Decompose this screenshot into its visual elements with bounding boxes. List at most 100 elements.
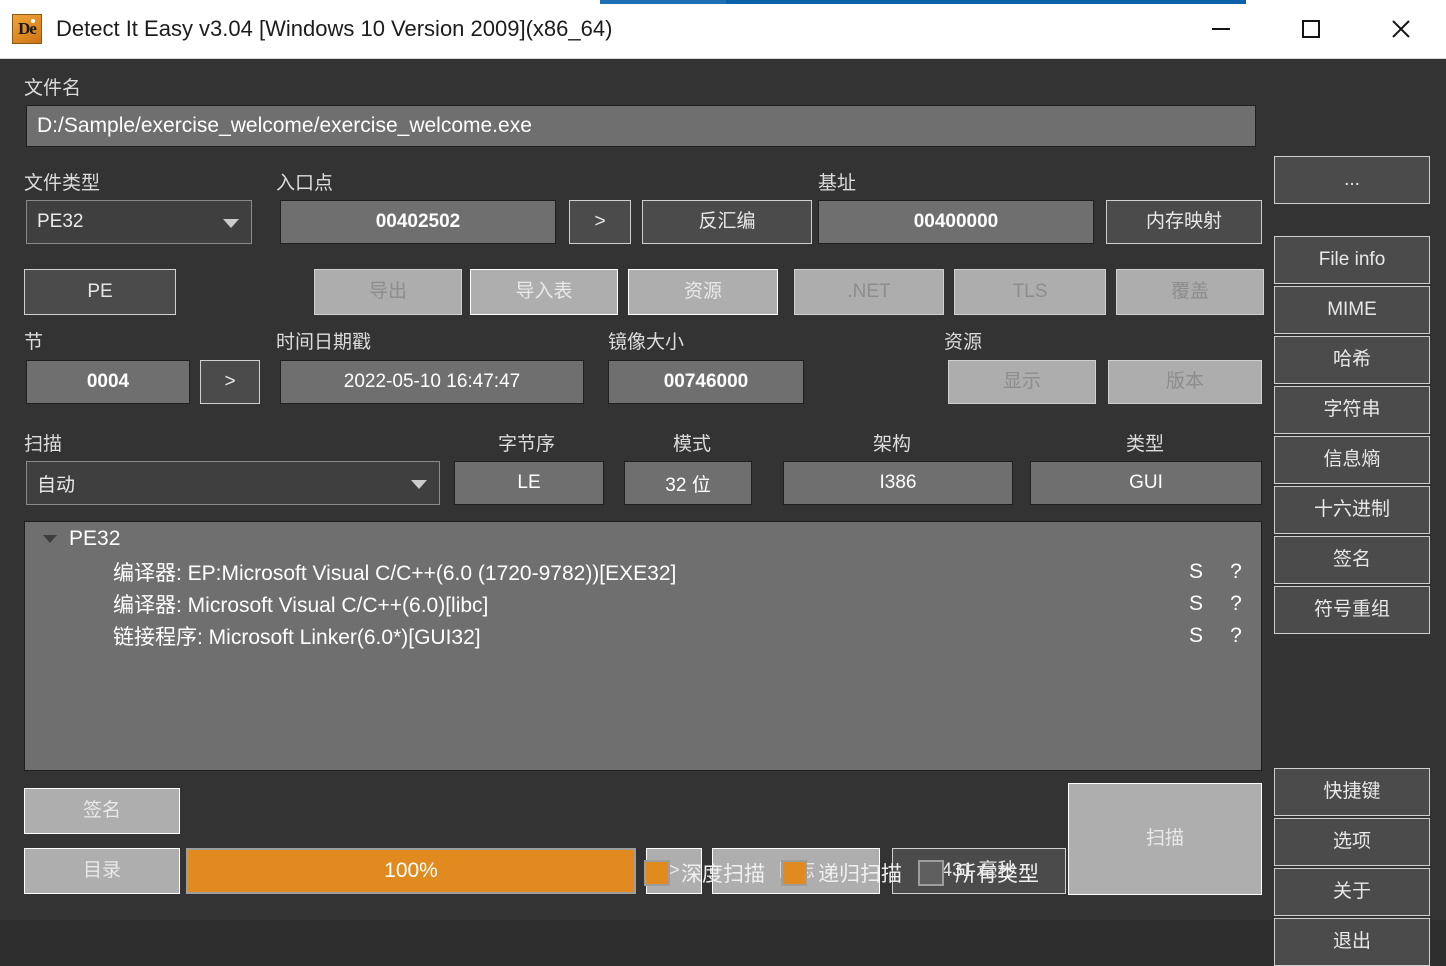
filetype-label: 文件类型 xyxy=(24,173,101,194)
checkbox-label: 深度扫描 xyxy=(681,863,765,886)
timestamp-label: 时间日期戳 xyxy=(276,332,372,353)
filetype-select[interactable]: PE32 xyxy=(26,200,252,244)
result-text: 编译器: Microsoft Visual C/C++(6.0)[libc] xyxy=(113,594,489,617)
signature-mark[interactable]: S xyxy=(1189,624,1203,648)
results-root-label: PE32 xyxy=(69,527,121,550)
imagesize-label: 镜像大小 xyxy=(608,332,685,353)
directory-button[interactable]: 目录 xyxy=(24,848,180,894)
chevron-down-icon xyxy=(223,219,239,228)
entrypoint-next-button[interactable]: > xyxy=(569,200,631,244)
main-panel: 文件名 D:/Sample/exercise_welcome/exercise_… xyxy=(0,59,1446,966)
info-mark[interactable]: ? xyxy=(1229,560,1243,584)
signature-mark[interactable]: S xyxy=(1189,560,1203,584)
sidebar-item-hash[interactable]: 哈希 xyxy=(1274,336,1430,384)
endianness-label: 字节序 xyxy=(498,434,556,455)
window-controls xyxy=(1176,0,1446,58)
results-root-node[interactable]: PE32 xyxy=(25,522,1261,556)
sidebar-item-symbol-recombination[interactable]: 符号重组 xyxy=(1274,586,1430,634)
sidebar-item-options[interactable]: 选项 xyxy=(1274,818,1430,866)
sidebar-item-hex[interactable]: 十六进制 xyxy=(1274,486,1430,534)
sidebar-item-shortcuts[interactable]: 快捷键 xyxy=(1274,768,1430,816)
result-row[interactable]: 链接程序: Microsoft Linker(6.0*)[GUI32] S ? xyxy=(25,620,1261,652)
tab-dotnet: .NET xyxy=(794,269,944,315)
scan-progress-bar: 100% xyxy=(186,848,636,894)
signatures-button[interactable]: 签名 xyxy=(24,788,180,834)
close-icon[interactable] xyxy=(1356,0,1446,58)
filetype-out-label: 类型 xyxy=(1126,434,1165,455)
tab-tls: TLS xyxy=(954,269,1106,315)
memory-map-button[interactable]: 内存映射 xyxy=(1106,200,1262,244)
entrypoint-input[interactable]: 00402502 xyxy=(280,200,556,244)
collapse-triangle-icon[interactable] xyxy=(43,535,57,543)
result-row[interactable]: 编译器: EP:Microsoft Visual C/C++(6.0 (1720… xyxy=(25,556,1261,588)
scan-mode-select[interactable]: 自动 xyxy=(26,461,440,505)
result-text: 编译器: EP:Microsoft Visual C/C++(6.0 (1720… xyxy=(113,562,677,585)
architecture-value[interactable]: I386 xyxy=(783,461,1013,505)
disassemble-button[interactable]: 反汇编 xyxy=(642,200,812,244)
checkbox-all-types[interactable]: 所有类型 xyxy=(918,858,1039,888)
sidebar-item-about[interactable]: 关于 xyxy=(1274,868,1430,916)
scan-mode-value: 自动 xyxy=(37,474,76,496)
checkbox-deep-scan[interactable]: 深度扫描 xyxy=(644,858,765,888)
work-area: 文件名 D:/Sample/exercise_welcome/exercise_… xyxy=(18,73,1264,913)
filename-label: 文件名 xyxy=(24,78,82,99)
entrypoint-label: 入口点 xyxy=(276,173,334,194)
tab-export: 导出 xyxy=(314,269,462,315)
maximize-icon[interactable] xyxy=(1266,0,1356,58)
filetype-value: PE32 xyxy=(37,211,84,232)
resources-show-button: 显示 xyxy=(948,360,1096,404)
result-marks: S ? xyxy=(1189,560,1243,584)
right-sidebar: ... File info MIME 哈希 字符串 信息熵 十六进制 签名 符号… xyxy=(1274,73,1430,966)
mode-value[interactable]: 32 位 xyxy=(624,461,752,505)
sidebar-item-entropy[interactable]: 信息熵 xyxy=(1274,436,1430,484)
imagesize-value[interactable]: 00746000 xyxy=(608,360,804,404)
checkbox-box[interactable] xyxy=(644,860,670,886)
endianness-value[interactable]: LE xyxy=(454,461,604,505)
baseaddress-input[interactable]: 00400000 xyxy=(818,200,1094,244)
result-row[interactable]: 编译器: Microsoft Visual C/C++(6.0)[libc] S… xyxy=(25,588,1261,620)
timestamp-value[interactable]: 2022-05-10 16:47:47 xyxy=(280,360,584,404)
filetype-out-value[interactable]: GUI xyxy=(1030,461,1262,505)
resources-version-button: 版本 xyxy=(1108,360,1262,404)
sections-input[interactable]: 0004 xyxy=(26,360,190,404)
sidebar-item-file-info[interactable]: File info xyxy=(1274,236,1430,284)
signature-mark[interactable]: S xyxy=(1189,592,1203,616)
window-title-bar: De Detect It Easy v3.04 [Windows 10 Vers… xyxy=(0,0,1446,59)
mode-label: 模式 xyxy=(673,434,712,455)
baseaddress-label: 基址 xyxy=(818,173,857,194)
result-marks: S ? xyxy=(1189,624,1243,648)
sidebar-item-mime[interactable]: MIME xyxy=(1274,286,1430,334)
result-marks: S ? xyxy=(1189,592,1243,616)
tab-overlay: 覆盖 xyxy=(1116,269,1264,315)
scan-results-list[interactable]: PE32 编译器: EP:Microsoft Visual C/C++(6.0 … xyxy=(24,521,1262,771)
tab-pe[interactable]: PE xyxy=(24,269,176,315)
checkbox-box[interactable] xyxy=(781,860,807,886)
checkbox-recursive-scan[interactable]: 递归扫描 xyxy=(781,858,902,888)
resources-label: 资源 xyxy=(944,332,983,353)
titlebar-accent-right xyxy=(726,0,1246,4)
app-logo-icon: De xyxy=(12,14,42,44)
sections-next-button[interactable]: > xyxy=(200,360,260,404)
info-mark[interactable]: ? xyxy=(1229,624,1243,648)
tab-import[interactable]: 导入表 xyxy=(470,269,618,315)
minimize-icon[interactable] xyxy=(1176,0,1266,58)
scan-mode-label: 扫描 xyxy=(24,434,63,455)
chevron-down-icon xyxy=(411,480,427,489)
tab-resources[interactable]: 资源 xyxy=(628,269,778,315)
sidebar-item-signatures[interactable]: 签名 xyxy=(1274,536,1430,584)
titlebar-accent-left xyxy=(600,0,726,4)
architecture-label: 架构 xyxy=(873,434,912,455)
result-text: 链接程序: Microsoft Linker(6.0*)[GUI32] xyxy=(113,626,481,649)
sections-label: 节 xyxy=(24,332,44,353)
info-mark[interactable]: ? xyxy=(1229,592,1243,616)
checkbox-box[interactable] xyxy=(918,860,944,886)
filename-input[interactable]: D:/Sample/exercise_welcome/exercise_welc… xyxy=(26,105,1256,147)
sidebar-item-strings[interactable]: 字符串 xyxy=(1274,386,1430,434)
scan-options: 深度扫描 递归扫描 所有类型 xyxy=(644,858,1039,888)
sidebar-item-exit[interactable]: 退出 xyxy=(1274,918,1430,966)
window-title: Detect It Easy v3.04 [Windows 10 Version… xyxy=(56,16,613,41)
checkbox-label: 所有类型 xyxy=(955,863,1039,886)
scan-button[interactable]: 扫描 xyxy=(1068,783,1262,895)
browse-file-button[interactable]: ... xyxy=(1274,156,1430,204)
checkbox-label: 递归扫描 xyxy=(818,863,902,886)
